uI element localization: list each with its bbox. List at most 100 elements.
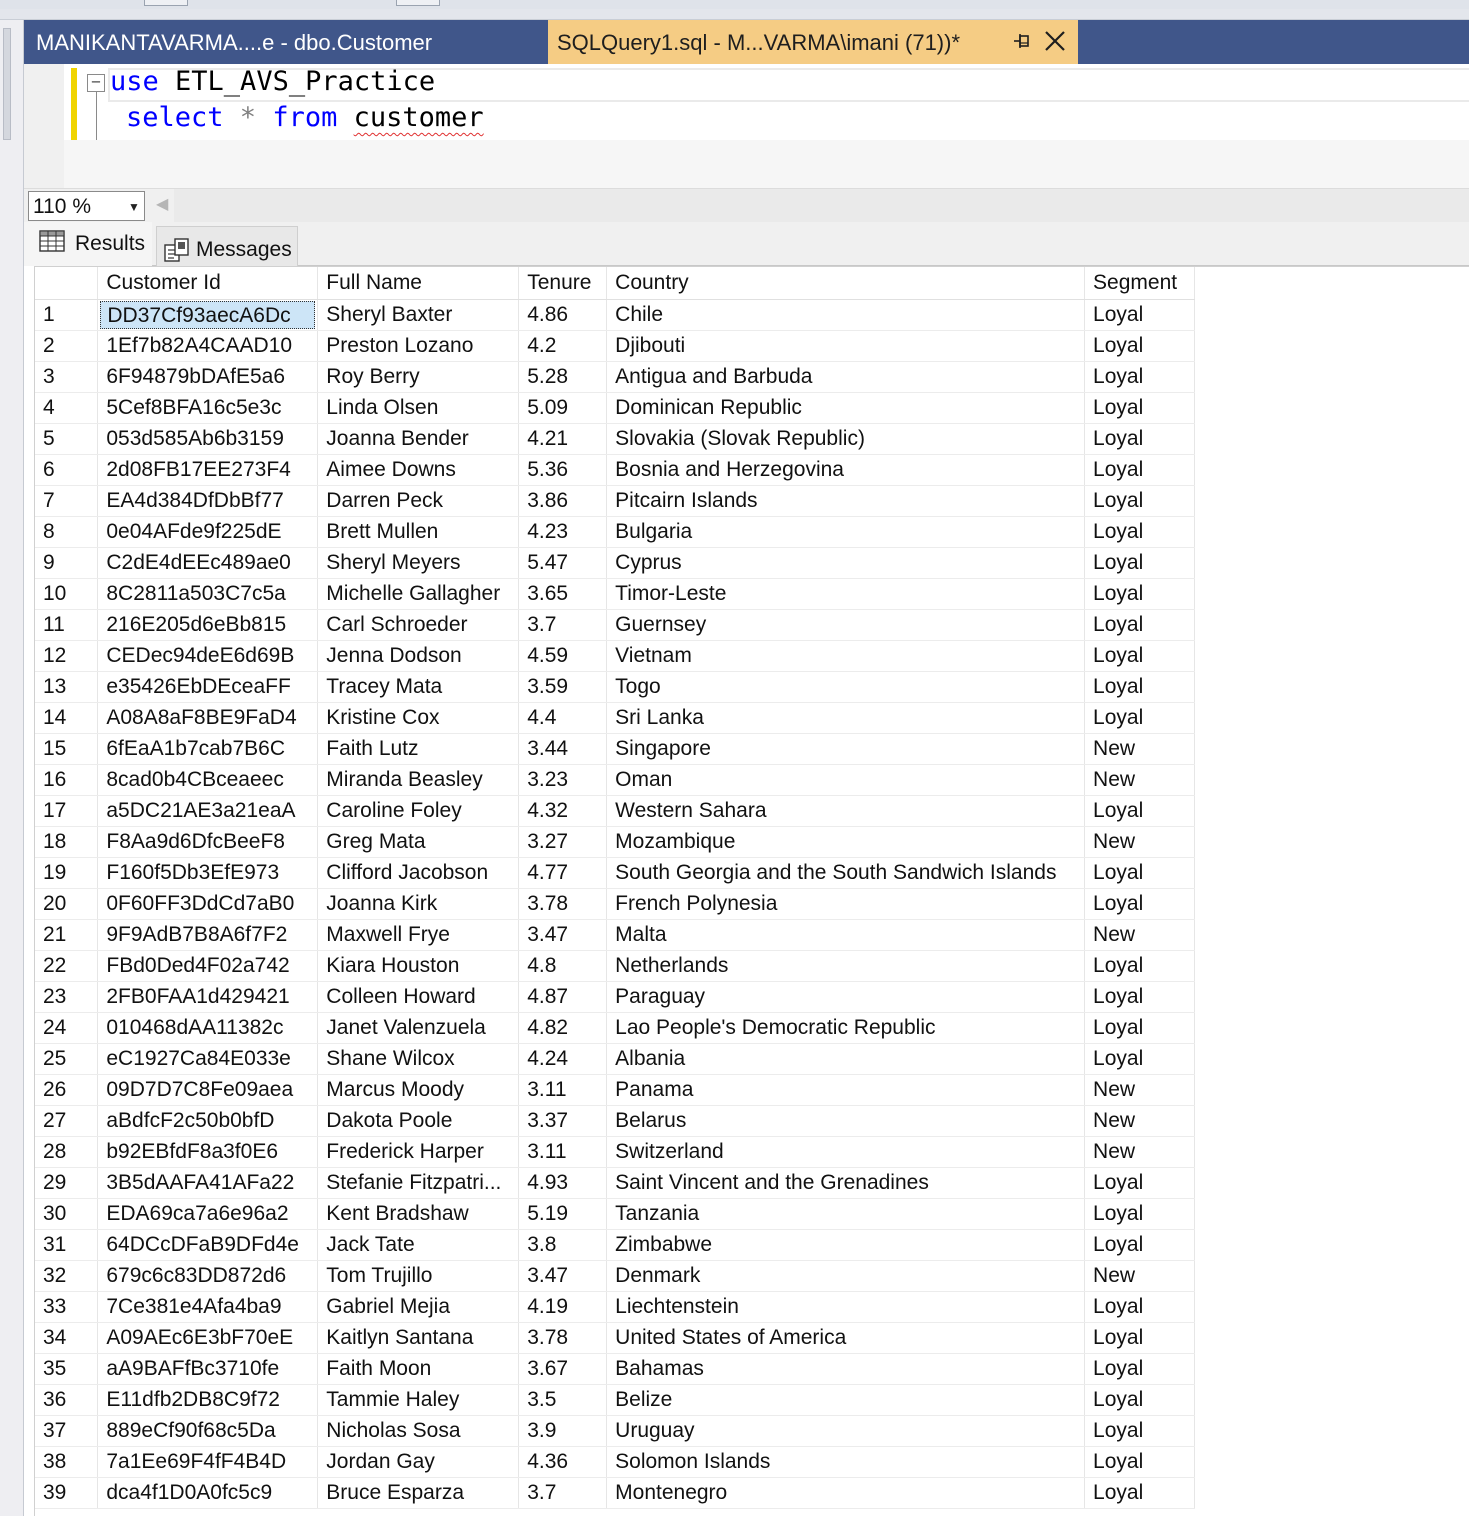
full-name-cell[interactable]: Linda Olsen	[317, 392, 520, 424]
segment-cell[interactable]: New	[1084, 764, 1195, 796]
segment-cell[interactable]: New	[1084, 1074, 1195, 1106]
customer-id-cell[interactable]: 3B5dAAFA41AFa22	[97, 1167, 319, 1199]
customer-id-cell[interactable]: FBd0Ded4F02a742	[97, 950, 319, 982]
segment-cell[interactable]: Loyal	[1084, 640, 1195, 672]
tab-results[interactable]: Results	[24, 222, 152, 266]
full-name-cell[interactable]: Kiara Houston	[317, 950, 520, 982]
country-cell[interactable]: French Polynesia	[606, 888, 1086, 920]
full-name-cell[interactable]: Kent Bradshaw	[317, 1198, 520, 1230]
tenure-cell[interactable]: 3.47	[518, 919, 608, 951]
country-cell[interactable]: Timor-Leste	[606, 578, 1086, 610]
full-name-cell[interactable]: Clifford Jacobson	[317, 857, 520, 889]
tenure-cell[interactable]: 3.78	[518, 1322, 608, 1354]
segment-cell[interactable]: Loyal	[1084, 702, 1195, 734]
tenure-cell[interactable]: 3.5	[518, 1384, 608, 1416]
country-cell[interactable]: Montenegro	[606, 1477, 1086, 1509]
row-number[interactable]: 24	[35, 1012, 99, 1044]
customer-id-cell[interactable]: CEDec94deE6d69B	[97, 640, 319, 672]
query-editor[interactable]: − use ETL_AVS_Practice select * from cus…	[24, 64, 1469, 188]
table-row[interactable]: 20 0F60FF3DdCd7aB0 Joanna Kirk 3.78 French P…	[35, 888, 1195, 920]
tenure-cell[interactable]: 3.7	[518, 609, 608, 641]
tenure-cell[interactable]: 4.93	[518, 1167, 608, 1199]
country-cell[interactable]: Chile	[606, 299, 1086, 331]
full-name-cell[interactable]: Kaitlyn Santana	[317, 1322, 520, 1354]
full-name-cell[interactable]: Greg Mata	[317, 826, 520, 858]
customer-id-cell[interactable]: 8cad0b4CBceaeec	[97, 764, 319, 796]
segment-cell[interactable]: New	[1084, 826, 1195, 858]
segment-cell[interactable]: Loyal	[1084, 361, 1195, 393]
close-icon[interactable]	[1042, 28, 1068, 54]
customer-id-cell[interactable]: 6F94879bDAfE5a6	[97, 361, 319, 393]
country-cell[interactable]: Bahamas	[606, 1353, 1086, 1385]
country-cell[interactable]: Netherlands	[606, 950, 1086, 982]
code-line-1[interactable]: use ETL_AVS_Practice	[110, 66, 435, 97]
tenure-cell[interactable]: 4.82	[518, 1012, 608, 1044]
table-row[interactable]: 7 EA4d384DfDbBf77 Darren Peck 3.86 Pitcairn …	[35, 485, 1195, 517]
segment-cell[interactable]: New	[1084, 1136, 1195, 1168]
country-cell[interactable]: Mozambique	[606, 826, 1086, 858]
full-name-cell[interactable]: Nicholas Sosa	[317, 1415, 520, 1447]
full-name-cell[interactable]: Tammie Haley	[317, 1384, 520, 1416]
full-name-cell[interactable]: Carl Schroeder	[317, 609, 520, 641]
table-row[interactable]: 5 053d585Ab6b3159 Joanna Bender 4.21 Slovaki…	[35, 423, 1195, 455]
country-cell[interactable]: Panama	[606, 1074, 1086, 1106]
row-number[interactable]: 22	[35, 950, 99, 982]
full-name-cell[interactable]: Aimee Downs	[317, 454, 520, 486]
full-name-cell[interactable]: Bruce Esparza	[317, 1477, 520, 1509]
customer-id-cell[interactable]: aA9BAFfBc3710fe	[97, 1353, 319, 1385]
customer-id-cell[interactable]: F8Aa9d6DfcBeeF8	[97, 826, 319, 858]
full-name-cell[interactable]: Faith Lutz	[317, 733, 520, 765]
country-cell[interactable]: Liechtenstein	[606, 1291, 1086, 1323]
full-name-cell[interactable]: Tom Trujillo	[317, 1260, 520, 1292]
row-number[interactable]: 14	[35, 702, 99, 734]
segment-cell[interactable]: Loyal	[1084, 454, 1195, 486]
segment-cell[interactable]: Loyal	[1084, 1322, 1195, 1354]
table-row[interactable]: 34 A09AEc6E3bF70eE Kaitlyn Santana 3.78 Unit…	[35, 1322, 1195, 1354]
tenure-cell[interactable]: 4.23	[518, 516, 608, 548]
full-name-cell[interactable]: Joanna Kirk	[317, 888, 520, 920]
tenure-cell[interactable]: 4.8	[518, 950, 608, 982]
customer-id-cell[interactable]: E11dfb2DB8C9f72	[97, 1384, 319, 1416]
country-cell[interactable]: Western Sahara	[606, 795, 1086, 827]
row-number-header[interactable]	[35, 267, 99, 300]
tenure-cell[interactable]: 3.65	[518, 578, 608, 610]
tenure-cell[interactable]: 3.8	[518, 1229, 608, 1261]
country-cell[interactable]: Bosnia and Herzegovina	[606, 454, 1086, 486]
full-name-cell[interactable]: Sheryl Meyers	[317, 547, 520, 579]
row-number[interactable]: 28	[35, 1136, 99, 1168]
table-row[interactable]: 4 5Cef8BFA16c5e3c Linda Olsen 5.09 Dominican…	[35, 392, 1195, 424]
row-number[interactable]: 11	[35, 609, 99, 641]
customer-id-cell[interactable]: 889eCf90f68c5Da	[97, 1415, 319, 1447]
full-name-cell[interactable]: Janet Valenzuela	[317, 1012, 520, 1044]
row-number[interactable]: 13	[35, 671, 99, 703]
table-row[interactable]: 8 0e04AFde9f225dE Brett Mullen 4.23 Bulgaria…	[35, 516, 1195, 548]
table-row[interactable]: 10 8C2811a503C7c5a Michelle Gallagher 3.65 T…	[35, 578, 1195, 610]
full-name-cell[interactable]: Miranda Beasley	[317, 764, 520, 796]
country-cell[interactable]: Dominican Republic	[606, 392, 1086, 424]
segment-cell[interactable]: Loyal	[1084, 330, 1195, 362]
customer-id-cell[interactable]: A08A8aF8BE9FaD4	[97, 702, 319, 734]
row-number[interactable]: 9	[35, 547, 99, 579]
toolbar-button[interactable]	[144, 0, 188, 6]
tenure-cell[interactable]: 4.32	[518, 795, 608, 827]
customer-id-cell[interactable]: 9F9AdB7B8A6f7F2	[97, 919, 319, 951]
customer-id-cell[interactable]: EA4d384DfDbBf77	[97, 485, 319, 517]
row-number[interactable]: 36	[35, 1384, 99, 1416]
row-number[interactable]: 19	[35, 857, 99, 889]
table-row[interactable]: 9 C2dE4dEEc489ae0 Sheryl Meyers 5.47 Cyprus L…	[35, 547, 1195, 579]
row-number[interactable]: 6	[35, 454, 99, 486]
row-number[interactable]: 35	[35, 1353, 99, 1385]
country-cell[interactable]: Oman	[606, 764, 1086, 796]
customer-id-cell[interactable]: 7Ce381e4Afa4ba9	[97, 1291, 319, 1323]
row-number[interactable]: 18	[35, 826, 99, 858]
segment-cell[interactable]: Loyal	[1084, 1012, 1195, 1044]
tenure-cell[interactable]: 3.7	[518, 1477, 608, 1509]
segment-cell[interactable]: Loyal	[1084, 1477, 1195, 1509]
customer-id-cell[interactable]: 0F60FF3DdCd7aB0	[97, 888, 319, 920]
table-row[interactable]: 31 64DCcDFaB9DFd4e Jack Tate 3.8 Zimbabwe Loy…	[35, 1229, 1195, 1261]
tenure-cell[interactable]: 4.86	[518, 299, 608, 331]
full-name-cell[interactable]: Darren Peck	[317, 485, 520, 517]
customer-id-cell[interactable]: 216E205d6eBb815	[97, 609, 319, 641]
customer-id-cell[interactable]: eC1927Ca84E033e	[97, 1043, 319, 1075]
segment-cell[interactable]: Loyal	[1084, 857, 1195, 889]
